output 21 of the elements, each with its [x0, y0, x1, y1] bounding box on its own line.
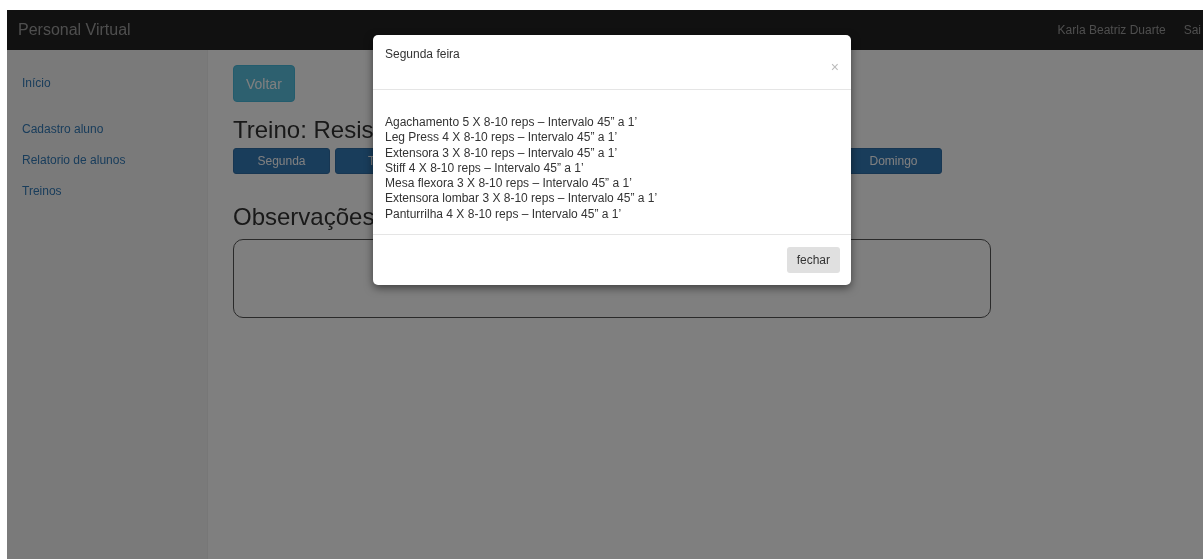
- exercise-line: Leg Press 4 X 8-10 reps – Intervalo 45” a 1’: [385, 130, 619, 146]
- exercise-line: Extensora 3 X 8-10 reps – Intervalo 45” a 1’: [385, 145, 619, 161]
- logout-link[interactable]: Sai: [1183, 23, 1201, 37]
- exercise-line: Agachamento 5 X 8-10 reps – Intervalo 45” a 1’: [385, 114, 639, 131]
- day-button[interactable]: Segunda: [233, 148, 330, 174]
- section-title: Observações: [233, 203, 375, 232]
- page-title: Treino: Resis: [233, 116, 374, 145]
- sidebar-link[interactable]: Treinos: [22, 184, 62, 215]
- sidebar-link[interactable]: Relatorio de alunos: [22, 153, 126, 184]
- exercise-line: Mesa flexora 3 X 8-10 reps – Intervalo 45” a 1’: [385, 176, 633, 192]
- back-button[interactable]: Voltar: [233, 65, 295, 102]
- modal-title: Segunda feira: [385, 47, 460, 61]
- sidebar-link[interactable]: Cadastro aluno: [22, 122, 104, 153]
- exercise-line: Stiff 4 X 8-10 reps – Intervalo 45” a 1’: [385, 160, 585, 177]
- close-button[interactable]: ×: [830, 59, 839, 75]
- exercise-line: Extensora lombar 3 X 8-10 reps – Intervalo 45” a 1’: [385, 191, 659, 207]
- close-modal-button[interactable]: fechar: [786, 247, 840, 273]
- brand-link[interactable]: Personal Virtual: [18, 21, 131, 39]
- sidebar-link[interactable]: Início: [22, 76, 51, 122]
- exercise-line: Panturrilha 4 X 8-10 reps – Intervalo 45” a 1’: [385, 206, 623, 223]
- user-link[interactable]: Karla Beatriz Duarte: [1057, 23, 1166, 37]
